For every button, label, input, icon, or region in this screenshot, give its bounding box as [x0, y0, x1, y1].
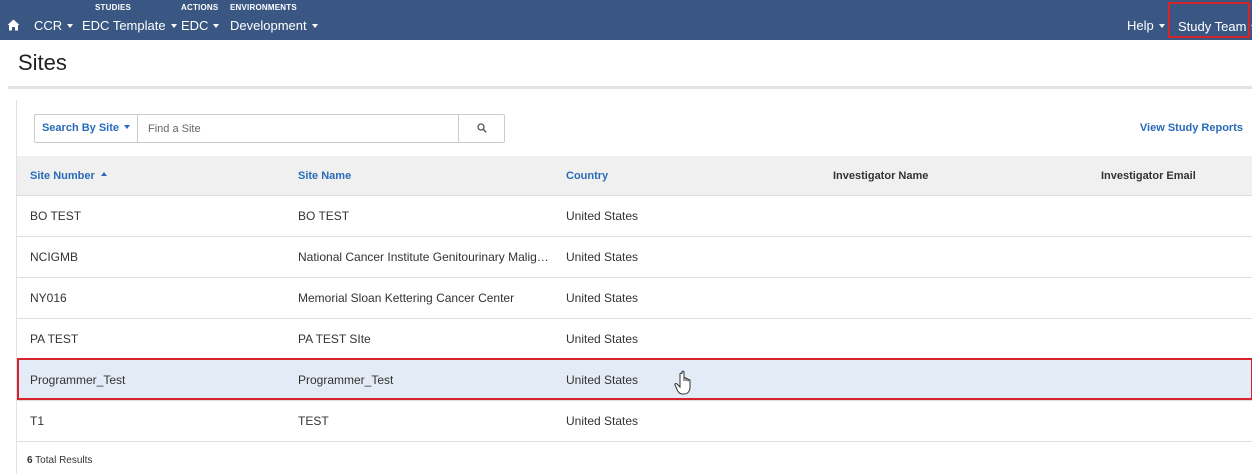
- investigator-name-cell: [833, 360, 1083, 400]
- country-cell: United States: [566, 291, 639, 305]
- nav-studies-label: EDC Template: [82, 18, 177, 33]
- investigator-name-cell: [833, 319, 1083, 359]
- search-by-dropdown[interactable]: Search By Site: [35, 115, 138, 142]
- country-cell: United States: [566, 414, 639, 428]
- sort-ascending-icon: [100, 172, 107, 177]
- investigator-email-cell: [1101, 196, 1251, 236]
- site-number-cell: BO TEST: [30, 209, 82, 223]
- study-team-label: Study Team: [1178, 19, 1252, 34]
- column-site-number-label: Site Number: [30, 170, 95, 182]
- total-count: 6: [27, 455, 33, 466]
- site-name-cell: Memorial Sloan Kettering Cancer Center: [298, 291, 515, 305]
- site-name-cell: National Cancer Institute Genitourinary …: [298, 250, 550, 264]
- search-by-label: Search By Site: [41, 122, 120, 134]
- column-site-number[interactable]: Site Number: [30, 156, 280, 196]
- site-number-cell: Programmer_Test: [30, 373, 126, 387]
- hand-pointer-icon: [674, 370, 691, 395]
- home-icon[interactable]: [7, 19, 20, 31]
- country-cell: United States: [566, 332, 639, 346]
- table-row[interactable]: NCIGMB National Cancer Institute Genitou…: [17, 237, 1252, 278]
- nav-environments-label: Development: [230, 18, 318, 33]
- total-results: 6 Total Results: [27, 455, 92, 466]
- table-row-selected[interactable]: Programmer_Test Programmer_Test United S…: [17, 360, 1252, 401]
- title-divider: [8, 86, 1252, 89]
- site-number-cell: NY016: [30, 291, 67, 305]
- chevron-down-icon: [1158, 23, 1165, 28]
- nav-environments-caption: ENVIRONMENTS: [230, 3, 297, 12]
- table-row[interactable]: BO TEST BO TEST United States: [17, 196, 1252, 237]
- table-header: Site Number Site Name Country Investigat…: [17, 156, 1252, 196]
- table-row[interactable]: T1 TEST United States: [17, 401, 1252, 442]
- chevron-down-icon: [213, 23, 220, 28]
- column-site-name[interactable]: Site Name: [298, 156, 550, 196]
- search-input[interactable]: [138, 116, 458, 141]
- study-team-menu[interactable]: Study Team: [1168, 2, 1252, 38]
- nav-actions-label: EDC: [181, 18, 220, 33]
- site-name-cell: TEST: [298, 414, 329, 428]
- investigator-email-cell: [1101, 401, 1251, 441]
- column-investigator-name: Investigator Name: [833, 170, 929, 182]
- chevron-down-icon: [124, 125, 131, 130]
- investigator-name-cell: [833, 401, 1083, 441]
- site-number-cell: PA TEST: [30, 332, 79, 346]
- nav-studies-caption: STUDIES: [95, 3, 132, 12]
- search-button[interactable]: [458, 115, 505, 142]
- column-country[interactable]: Country: [566, 156, 816, 196]
- column-investigator-email: Investigator Email: [1101, 170, 1196, 182]
- sites-panel: Search By Site View Study Reports Site N…: [16, 100, 1252, 474]
- investigator-name-cell: [833, 237, 1083, 277]
- investigator-email-cell: [1101, 237, 1251, 277]
- site-number-cell: T1: [30, 414, 45, 428]
- nav-actions-caption: ACTIONS: [181, 3, 219, 12]
- chevron-down-icon: [67, 23, 74, 28]
- view-study-reports-link[interactable]: View Study Reports: [1140, 122, 1243, 134]
- total-label: Total Results: [35, 455, 93, 466]
- page-title: Sites: [18, 50, 67, 75]
- investigator-email-cell: [1101, 360, 1251, 400]
- site-name-cell: Programmer_Test: [298, 373, 394, 387]
- country-cell: United States: [566, 209, 639, 223]
- country-cell: United States: [566, 250, 639, 264]
- chevron-down-icon: [170, 23, 177, 28]
- nav-help-label: Help: [1127, 18, 1165, 33]
- site-name-cell: PA TEST SIte: [298, 332, 371, 346]
- investigator-email-cell: [1101, 319, 1251, 359]
- search-icon: [477, 123, 487, 133]
- site-number-cell: NCIGMB: [30, 250, 78, 264]
- table-row[interactable]: PA TEST PA TEST SIte United States: [17, 319, 1252, 360]
- investigator-email-cell: [1101, 278, 1251, 318]
- investigator-name-cell: [833, 196, 1083, 236]
- investigator-name-cell: [833, 278, 1083, 318]
- site-name-cell: BO TEST: [298, 209, 350, 223]
- chevron-down-icon: [311, 23, 318, 28]
- top-nav-bar: CCR STUDIES EDC Template ACTIONS EDC ENV…: [0, 0, 1252, 40]
- table-row[interactable]: NY016 Memorial Sloan Kettering Cancer Ce…: [17, 278, 1252, 319]
- search-group: Search By Site: [34, 114, 505, 143]
- nav-ccr-label: CCR: [34, 18, 74, 33]
